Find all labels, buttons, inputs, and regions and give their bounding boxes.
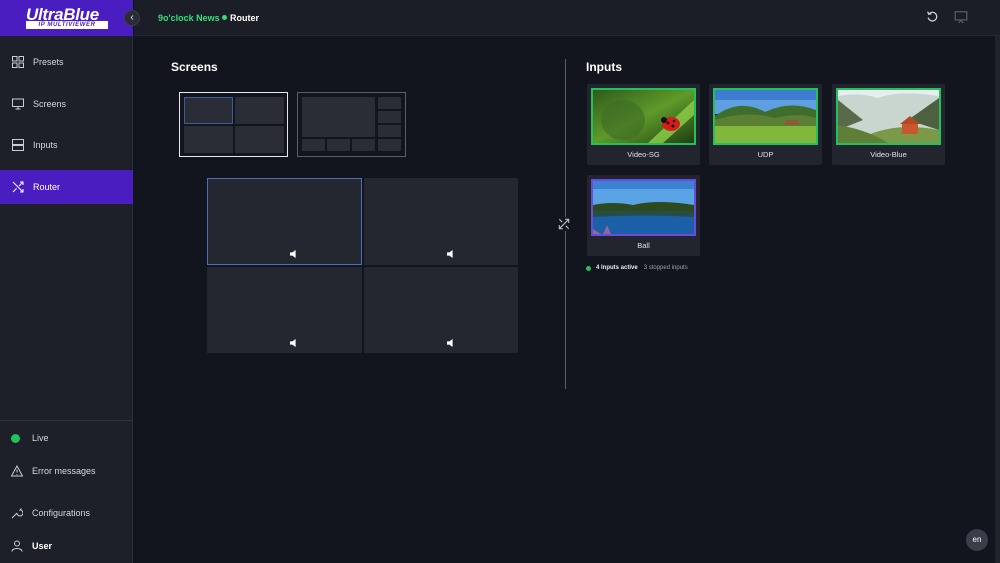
layout-cell <box>378 125 401 137</box>
input-thumbnail-lake <box>591 179 696 236</box>
speaker-icon[interactable] <box>290 334 300 347</box>
sidebar-item-configurations[interactable]: Configurations <box>0 502 133 524</box>
layout-cell <box>235 126 284 153</box>
breadcrumb-project[interactable]: 9o'clock News <box>158 13 220 23</box>
screens-title: Screens <box>171 60 218 74</box>
screen-layout-multi[interactable] <box>297 92 406 157</box>
input-label: Video-Blue <box>870 150 907 159</box>
input-card-ball[interactable]: Ball <box>587 175 700 256</box>
warning-icon <box>10 464 24 477</box>
layout-cell <box>235 97 284 124</box>
layout-cell <box>184 97 233 124</box>
layout-cell <box>302 97 375 137</box>
stack-icon <box>12 139 24 151</box>
speaker-icon[interactable] <box>447 245 457 258</box>
input-card-udp[interactable]: UDP <box>709 84 822 165</box>
input-label: Ball <box>637 241 650 250</box>
active-status-dot <box>586 265 591 271</box>
sidebar-item-router[interactable]: Router <box>0 170 133 204</box>
cast-screen-icon[interactable] <box>954 10 970 26</box>
layout-cell <box>352 139 375 151</box>
input-thumbnail-cabin <box>836 88 941 145</box>
router-output-cell[interactable] <box>364 178 518 265</box>
breadcrumb-current-page: Router <box>230 13 259 23</box>
sidebar-item-user[interactable]: User <box>0 535 133 557</box>
live-label: Live <box>32 433 49 443</box>
sidebar-item-screens[interactable]: Screens <box>0 87 133 121</box>
sidebar-item-inputs[interactable]: Inputs <box>0 128 133 162</box>
sidebar-item-label: Presets <box>33 57 64 67</box>
input-label: Video-SG <box>627 150 660 159</box>
sidebar-item-label: Error messages <box>32 466 96 476</box>
layout-cell <box>302 139 325 151</box>
input-card-video-blue[interactable]: Video-Blue <box>832 84 945 165</box>
grid-icon <box>12 56 24 68</box>
inputs-stopped-count: 3 stopped inputs <box>643 265 688 271</box>
sidebar-item-presets[interactable]: Presets <box>0 45 133 79</box>
sidebar-item-label: Screens <box>33 99 67 109</box>
brand-subtitle: IP MULTIVIEWER <box>26 21 108 29</box>
topbar: 9o'clock News Router <box>134 0 1000 36</box>
layout-cell <box>378 111 401 123</box>
swap-arrows-icon[interactable] <box>557 217 571 231</box>
sidebar-item-label: User <box>32 541 53 551</box>
layout-cell <box>184 126 233 153</box>
breadcrumb-separator-dot <box>222 15 227 20</box>
scrollbar[interactable] <box>995 36 1000 563</box>
input-card-video-sg[interactable]: Video-SG <box>587 84 700 165</box>
input-label: UDP <box>757 150 774 159</box>
inputs-active-count: 4 Inputs active <box>596 265 638 271</box>
app-logo[interactable]: UltraBlue IP MULTIVIEWER <box>0 0 133 36</box>
refresh-icon[interactable] <box>924 10 940 26</box>
router-output-cell[interactable] <box>364 267 518 353</box>
speaker-icon[interactable] <box>447 334 457 347</box>
live-indicator-dot <box>11 433 20 443</box>
screen-layout-quad[interactable] <box>179 92 288 157</box>
language-selector[interactable]: en <box>966 529 988 551</box>
user-icon <box>11 540 23 552</box>
wrench-icon <box>11 507 24 519</box>
router-output-cell[interactable] <box>207 178 362 265</box>
input-thumbnail-valley <box>713 88 818 145</box>
sidebar-item-label: Inputs <box>33 140 58 150</box>
shuffle-icon <box>12 181 24 193</box>
input-thumbnail-ladybug <box>591 88 696 145</box>
speaker-icon[interactable] <box>290 245 300 258</box>
router-output-cell[interactable] <box>207 267 362 353</box>
layout-cell <box>378 139 401 151</box>
monitor-icon <box>12 98 24 110</box>
sidebar-item-error-messages[interactable]: Error messages <box>0 460 133 482</box>
live-status: Live <box>0 427 133 449</box>
layout-cell <box>378 97 401 109</box>
sidebar: UltraBlue IP MULTIVIEWER Presets Screens… <box>0 0 133 563</box>
inputs-title: Inputs <box>586 60 622 74</box>
collapse-sidebar-button[interactable]: ‹ <box>124 10 140 26</box>
layout-cell <box>327 139 350 151</box>
inputs-status: 4 Inputs active 3 stopped inputs <box>586 265 688 271</box>
sidebar-item-label: Router <box>33 182 61 192</box>
sidebar-divider <box>0 420 133 421</box>
sidebar-item-label: Configurations <box>32 508 91 518</box>
